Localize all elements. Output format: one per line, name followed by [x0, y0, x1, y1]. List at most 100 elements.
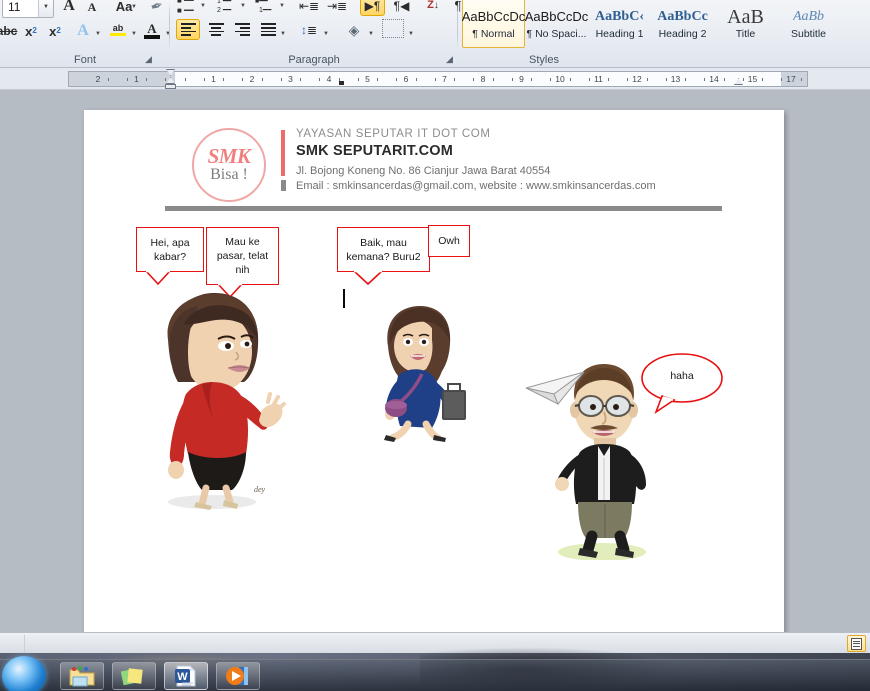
smk-logo: SMK Bisa ! [192, 128, 266, 202]
speech-bubble-4[interactable]: Owh [428, 225, 470, 257]
style-label: Heading 2 [658, 27, 707, 40]
ruler-number: 14 [709, 74, 719, 84]
browse-object-icon [851, 637, 862, 650]
style-preview: AaBbCcDc [524, 8, 589, 24]
grow-font-icon[interactable]: A [58, 0, 80, 17]
character-woman-blue-dress [372, 304, 477, 444]
ruler-tick [126, 78, 128, 81]
ruler-left-margin [69, 72, 175, 86]
align-center-icon[interactable] [204, 19, 228, 40]
scrollbar-thumb[interactable] [24, 635, 25, 652]
taskbar-media-player[interactable] [216, 662, 260, 690]
taskbar[interactable]: W [0, 656, 870, 691]
change-case-icon[interactable]: Aa ▼ [110, 0, 138, 17]
text-highlight-dropdown-arrow[interactable]: ▼ [131, 31, 137, 37]
text-effects-dropdown-arrow[interactable]: ▼ [95, 31, 101, 37]
bullets-icon[interactable]: ■ ━━ ■ ━━ [174, 0, 198, 16]
decrease-indent-icon[interactable]: ⇤≣ [297, 0, 321, 16]
taskbar-sticky-notes[interactable] [112, 662, 156, 690]
ruler-number: 1 [134, 74, 139, 84]
ruler-tick [800, 78, 802, 81]
style-label: Subtitle [790, 27, 827, 40]
superscript-icon[interactable]: x2 [44, 21, 66, 41]
sort-icon[interactable]: Z ↓ [422, 0, 444, 16]
strikethrough-icon[interactable]: abc [0, 21, 18, 41]
ribbon: 11 ▼ A A Aa▼ ✒ abc x2 x2 A ▼ ab ▼ A ▼ Fo… [0, 0, 870, 68]
ruler-number: 4 [326, 74, 332, 84]
line-spacing-dropdown-arrow[interactable]: ▼ [323, 31, 329, 37]
ruler-tick [646, 78, 648, 81]
ruler-number: 2 [249, 74, 255, 84]
start-orb[interactable] [2, 656, 46, 691]
ruler-tick [588, 78, 590, 81]
justify-icon[interactable] [256, 19, 280, 40]
ruler-tick [415, 78, 417, 81]
increase-indent-icon[interactable]: ⇥≣ [325, 0, 349, 16]
ribbon-group-styles-label: Styles [529, 54, 559, 66]
style-heading-1[interactable]: AaBbC‹ Heading 1 [588, 0, 651, 48]
tab-stop-marker[interactable] [339, 81, 344, 85]
ruler-tick [531, 78, 533, 81]
justify-dropdown-arrow[interactable]: ▼ [280, 31, 286, 37]
subscript-icon[interactable]: x2 [20, 21, 42, 41]
ruler-tick [203, 78, 205, 81]
shading-icon[interactable]: ◈ [342, 19, 366, 40]
letterhead-organization: YAYASAN SEPUTAR IT DOT COM [296, 128, 491, 140]
clear-formatting-icon[interactable]: ✒ [143, 0, 171, 20]
speech-bubble-3-text: Baik, mau kemana? Buru2 [346, 236, 421, 263]
style-label: ¶ Normal [472, 27, 515, 40]
shrink-font-icon[interactable]: A [82, 0, 102, 17]
text-effects-icon[interactable]: A [72, 21, 94, 41]
font-color-icon[interactable]: A [140, 19, 164, 41]
speech-bubble-2[interactable]: Mau ke pasar, telat nih [206, 227, 279, 285]
line-spacing-icon[interactable]: ↕ ≣ [296, 19, 322, 40]
font-size-dropdown-arrow[interactable]: ▼ [38, 0, 53, 17]
document-canvas[interactable]: SMK Bisa ! YAYASAN SEPUTAR IT DOT COM SM… [0, 90, 870, 632]
ruler-tick [184, 78, 186, 81]
numbering-icon[interactable]: 1 ━━ 2 ━━ [214, 0, 238, 16]
ruler-number: 1 [211, 74, 216, 84]
numbering-dropdown-arrow[interactable]: ▼ [240, 3, 246, 9]
multilevel-list-icon[interactable]: ■━━ 1━━ [252, 0, 278, 16]
letterhead-divider-rule [165, 206, 722, 211]
letterhead-red-accent-bar [281, 130, 285, 176]
rtl-text-direction-icon[interactable]: ¶◀ [389, 0, 414, 16]
ruler-tick [704, 78, 706, 81]
horizontal-ruler[interactable]: 2 1 1 2 3 4 5 6 7 8 9 10 11 12 13 14 15 17 [68, 71, 808, 87]
ruler-number: 9 [519, 74, 524, 84]
ruler-tick [454, 78, 456, 81]
ruler-tick [781, 78, 783, 81]
ruler-tick [569, 78, 571, 81]
style-heading-2[interactable]: AaBbCc Heading 2 [651, 0, 714, 48]
text-highlight-icon[interactable]: ab [106, 19, 130, 41]
styles-gallery[interactable]: AaBbCcDc ¶ Normal AaBbCcDc ¶ No Spaci...… [462, 0, 840, 48]
style-no-spacing[interactable]: AaBbCcDc ¶ No Spaci... [524, 0, 589, 48]
align-right-icon[interactable] [230, 19, 254, 40]
style-normal[interactable]: AaBbCcDc ¶ Normal [462, 0, 525, 48]
borders-icon[interactable] [382, 19, 404, 38]
select-browse-object-button[interactable] [847, 635, 866, 652]
ruler-tick [377, 78, 379, 81]
document-page[interactable]: SMK Bisa ! YAYASAN SEPUTAR IT DOT COM SM… [84, 110, 784, 632]
borders-dropdown-arrow[interactable]: ▼ [408, 31, 414, 37]
ruler-tick [762, 78, 764, 81]
ruler-tick [242, 78, 244, 81]
speech-bubble-3[interactable]: Baik, mau kemana? Buru2 [337, 227, 430, 272]
speech-bubble-1[interactable]: Hei, apa kabar? [136, 227, 204, 272]
bullets-dropdown-arrow[interactable]: ▼ [200, 3, 206, 9]
taskbar-microsoft-word[interactable]: W [164, 662, 208, 690]
ltr-text-direction-icon[interactable]: ▶¶ [360, 0, 385, 16]
style-preview: AaB [727, 6, 764, 27]
ruler-tick [511, 78, 513, 81]
sticky-notes-icon [121, 668, 143, 686]
style-title[interactable]: AaB Title [714, 0, 777, 48]
font-size-combobox[interactable]: 11 ▼ [2, 0, 54, 18]
taskbar-windows-explorer[interactable] [60, 662, 104, 690]
multilevel-list-dropdown-arrow[interactable]: ▼ [279, 3, 285, 9]
left-indent-marker[interactable] [165, 84, 176, 89]
align-left-icon[interactable] [176, 19, 200, 40]
shading-dropdown-arrow[interactable]: ▼ [368, 31, 374, 37]
ruler-tick [223, 78, 225, 81]
font-dialog-launcher[interactable]: ◢ [143, 54, 154, 65]
style-subtitle[interactable]: AaBb Subtitle [777, 0, 840, 48]
